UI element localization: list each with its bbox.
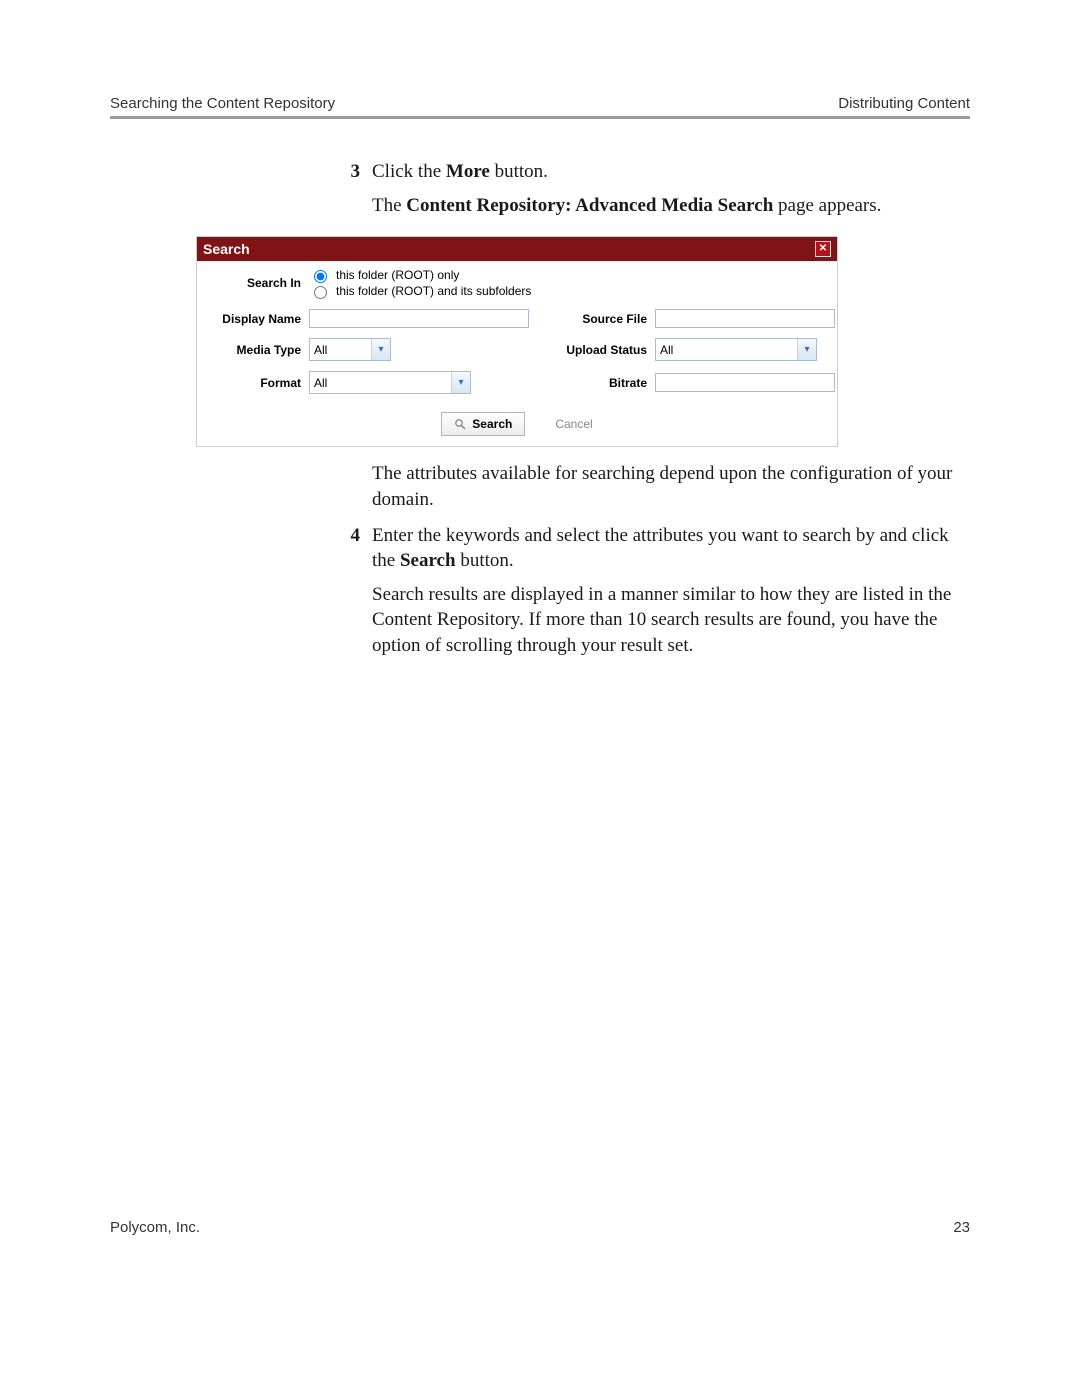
format-select[interactable]: All ▾ <box>309 371 471 394</box>
footer-left: Polycom, Inc. <box>110 1219 200 1236</box>
text-fragment: button. <box>490 161 548 182</box>
cancel-button[interactable]: Cancel <box>555 417 592 431</box>
text-fragment: page appears. <box>773 195 881 216</box>
label-bitrate: Bitrate <box>537 376 647 390</box>
step-4: 4 Enter the keywords and select the attr… <box>330 523 970 574</box>
header-left: Searching the Content Repository <box>110 95 335 112</box>
bitrate-input[interactable] <box>655 373 835 392</box>
media-type-select[interactable]: All ▾ <box>309 338 391 361</box>
panel-titlebar: Search ✕ <box>197 237 837 261</box>
footer-page-number: 23 <box>953 1219 970 1236</box>
chevron-down-icon: ▾ <box>797 339 816 360</box>
radio-root-subfolders[interactable] <box>314 286 327 299</box>
step-number: 4 <box>330 523 372 574</box>
step-number: 3 <box>330 159 372 185</box>
running-header: Searching the Content Repository Distrib… <box>110 95 970 119</box>
label-upload-status: Upload Status <box>537 343 647 357</box>
label-search-in: Search In <box>205 276 301 290</box>
source-file-input[interactable] <box>655 309 835 328</box>
select-value: All <box>310 376 451 390</box>
label-media-type: Media Type <box>205 343 301 357</box>
text-fragment: button. <box>456 550 514 571</box>
text-fragment: The <box>372 195 406 216</box>
chevron-down-icon: ▾ <box>371 339 390 360</box>
search-icon <box>454 418 466 430</box>
panel-title: Search <box>203 241 250 257</box>
select-value: All <box>310 343 371 357</box>
button-label: Search <box>472 417 512 431</box>
search-panel: Search ✕ Search In this folder (ROOT) on… <box>196 236 838 447</box>
label-source-file: Source File <box>537 312 647 326</box>
display-name-input[interactable] <box>309 309 529 328</box>
text-bold: More <box>446 161 490 182</box>
radio-root-only[interactable] <box>314 270 327 283</box>
upload-status-select[interactable]: All ▾ <box>655 338 817 361</box>
text-bold: Content Repository: Advanced Media Searc… <box>406 195 773 216</box>
label-display-name: Display Name <box>205 312 301 326</box>
text-bold: Search <box>400 550 456 571</box>
radio-label: this folder (ROOT) only <box>336 268 459 282</box>
select-value: All <box>656 343 797 357</box>
text-fragment: Click the <box>372 161 446 182</box>
header-right: Distributing Content <box>838 95 970 112</box>
chevron-down-icon: ▾ <box>451 372 470 393</box>
step-text: Click the More button. <box>372 159 970 185</box>
close-icon[interactable]: ✕ <box>815 241 831 257</box>
step-4-result: Search results are displayed in a manner… <box>372 582 970 659</box>
step-text: Enter the keywords and select the attrib… <box>372 523 970 574</box>
radio-label: this folder (ROOT) and its subfolders <box>336 284 531 298</box>
label-format: Format <box>205 376 301 390</box>
attributes-note: The attributes available for searching d… <box>372 461 970 512</box>
step-3: 3 Click the More button. <box>330 159 970 185</box>
search-button[interactable]: Search <box>441 412 525 436</box>
step-3-sub: The Content Repository: Advanced Media S… <box>372 193 970 219</box>
page-footer: Polycom, Inc. 23 <box>110 1219 970 1236</box>
